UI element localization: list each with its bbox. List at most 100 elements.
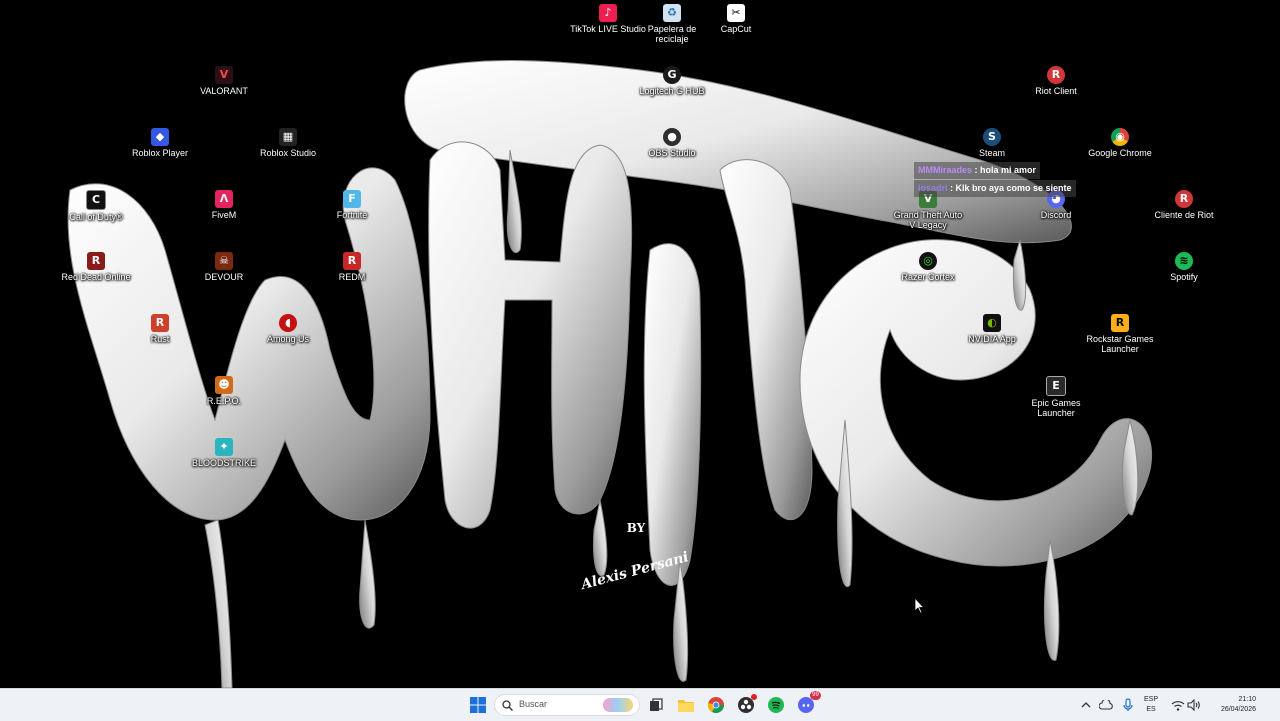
desktop-icon-google-chrome[interactable]: ◉ Google Chrome [1082, 128, 1158, 158]
desktop-icon-label: Grand Theft Auto V Legacy [893, 210, 963, 230]
desktop-icon-steam[interactable]: S Steam [954, 128, 1030, 158]
spotify-icon [768, 697, 784, 713]
desktop-icon-label: Red Dead Online [61, 272, 131, 282]
desktop-icon-among-us[interactable]: ◖ Among Us [250, 314, 326, 344]
taskbar-app-file-explorer[interactable] [674, 693, 698, 717]
desktop-icon-devour[interactable]: ☠ DEVOUR [186, 252, 262, 282]
desktop-icon-label: OBS Studio [648, 148, 696, 158]
devour-icon: ☠ [215, 252, 233, 270]
taskbar-app-discord[interactable]: 99 [794, 691, 821, 717]
tray-volume-button[interactable] [1182, 693, 1206, 717]
chat-text: Klk bro aya como se siente [955, 183, 1072, 193]
chat-username: MMMiraades [918, 165, 973, 175]
desktop-icon-label: Roblox Player [131, 148, 189, 158]
desktop-icon-call-of-duty[interactable]: C Call of Duty® [58, 190, 134, 222]
desktop-icon-repo[interactable]: ☻ R.E.P.O. [186, 376, 262, 406]
chat-text: hola mi amor [980, 165, 1037, 175]
taskbar-search-box[interactable]: Buscar [494, 694, 640, 716]
chat-message: MMMiraades : hola mi amor [914, 162, 1041, 179]
desktop-icon-label: Epic Games Launcher [1031, 398, 1081, 418]
rust-icon: R [151, 314, 169, 332]
redm-icon: R [343, 252, 361, 270]
google-chrome-icon [708, 697, 724, 713]
rockstar-launcher-icon: R [1111, 314, 1129, 332]
desktop-icon-nvidia-app[interactable]: ◐ NVIDIA App [954, 314, 1030, 344]
desktop-icon-label: FiveM [211, 210, 237, 220]
chevron-up-icon [1081, 702, 1091, 708]
desktop-icon-label: Rockstar Games Launcher [1086, 334, 1154, 354]
task-view-icon [650, 698, 663, 711]
desktop-icon-riot-client[interactable]: R Riot Client [1018, 66, 1094, 96]
desktop-icon-roblox-studio[interactable]: ▦ Roblox Studio [250, 128, 326, 158]
desktop-icon-label: Discord [1040, 210, 1072, 220]
desktop-icon-obs-studio[interactable]: ● OBS Studio [634, 128, 710, 158]
desktop-icon-label: Riot Client [1035, 86, 1077, 96]
call-of-duty-icon: C [86, 190, 106, 210]
desktop-icon-label: Logitech G HUB [639, 86, 705, 96]
search-placeholder: Buscar [519, 699, 548, 709]
desktop-icon-bloodstrike[interactable]: ✦ BLOODSTRIKE [186, 438, 262, 468]
discord-notification-badge: 99 [810, 691, 821, 700]
search-icon [502, 700, 513, 711]
desktop-icon-label: DEVOUR [204, 272, 244, 282]
desktop-icon-label: CapCut [720, 24, 752, 34]
chat-username: losadri [918, 183, 948, 193]
desktop-icon-spotify[interactable]: ≋ Spotify [1146, 252, 1222, 282]
taskbar-app-chrome[interactable] [704, 693, 728, 717]
desktop-icon-redm[interactable]: R REDM [314, 252, 390, 282]
desktop-icon-label: R.E.P.O. [206, 396, 242, 406]
desktop-icon-fortnite[interactable]: F Fortnite [314, 190, 390, 220]
recording-dot-icon [751, 694, 757, 700]
speaker-icon [1187, 699, 1200, 711]
desktop-icon-label: REDM [338, 272, 366, 282]
repo-icon: ☻ [215, 376, 233, 394]
clock-time: 21:10 [1238, 696, 1256, 703]
desktop-icon-label: Fortnite [336, 210, 368, 220]
among-us-icon: ◖ [279, 314, 297, 332]
task-view-button[interactable] [644, 693, 668, 717]
windows-start-icon [470, 697, 486, 713]
tray-onedrive-button[interactable] [1094, 693, 1118, 717]
roblox-player-icon: ◆ [151, 128, 169, 146]
fivem-icon: Λ [215, 190, 233, 208]
language-indicator[interactable]: ESP ES [1140, 695, 1162, 715]
desktop-icon-fivem[interactable]: Λ FiveM [186, 190, 262, 220]
desktop-icon-rust[interactable]: R Rust [122, 314, 198, 344]
roblox-studio-icon: ▦ [279, 128, 297, 146]
desktop-icon-valorant[interactable]: V VALORANT [186, 66, 262, 96]
desktop-icon-label: Cliente de Riot [1154, 210, 1214, 220]
steam-icon: S [983, 128, 1001, 146]
desktop-icon-label: Call of Duty® [69, 212, 123, 222]
desktop-icon-red-dead-online[interactable]: R Red Dead Online [58, 252, 134, 282]
desktop-icon-cliente-de-riot[interactable]: R Cliente de Riot [1146, 190, 1222, 220]
desktop-icon-label: Google Chrome [1088, 148, 1152, 158]
search-highlight-icon [603, 698, 633, 712]
desktop-icon-capcut[interactable]: ✂ CapCut [698, 4, 774, 34]
taskbar-app-obs-studio[interactable] [734, 693, 758, 717]
epic-games-icon: E [1046, 376, 1066, 396]
chat-message: losadri : Klk bro aya como se siente [914, 180, 1076, 197]
start-button[interactable] [466, 693, 490, 717]
tray-microphone-button[interactable] [1116, 693, 1140, 717]
clock-date: 26/04/2026 [1220, 706, 1256, 713]
desktop-icon-razer-cortex[interactable]: ◎ Razer Cortex [890, 252, 966, 282]
obs-studio-icon: ● [663, 128, 681, 146]
wallpaper-byline: BY [627, 521, 646, 535]
keyboard-layout: ES [1146, 706, 1156, 713]
desktop-icon-label: NVIDIA App [968, 334, 1016, 344]
taskbar-clock[interactable]: 21:10 26/04/2026 [1206, 695, 1256, 715]
desktop-icon-logitech-g-hub[interactable]: G Logitech G HUB [634, 66, 710, 96]
desktop-icon-label: BLOODSTRIKE [191, 458, 256, 468]
desktop-icon-roblox-player[interactable]: ◆ Roblox Player [122, 128, 198, 158]
taskbar-app-spotify[interactable] [764, 693, 788, 717]
google-chrome-icon: ◉ [1111, 128, 1129, 146]
desktop-icon-label: Rust [150, 334, 170, 344]
valorant-icon: V [215, 66, 233, 84]
spotify-icon: ≋ [1175, 252, 1193, 270]
chat-overlay: MMMiraades : hola mi amor losadri : Klk … [914, 162, 1076, 198]
red-dead-online-icon: R [87, 252, 105, 270]
cloud-sync-icon [1099, 700, 1113, 710]
desktop-icon-rockstar-games-launcher[interactable]: R Rockstar Games Launcher [1082, 314, 1158, 354]
desktop-icon-epic-games-launcher[interactable]: E Epic Games Launcher [1018, 376, 1094, 418]
fortnite-icon: F [343, 190, 361, 208]
